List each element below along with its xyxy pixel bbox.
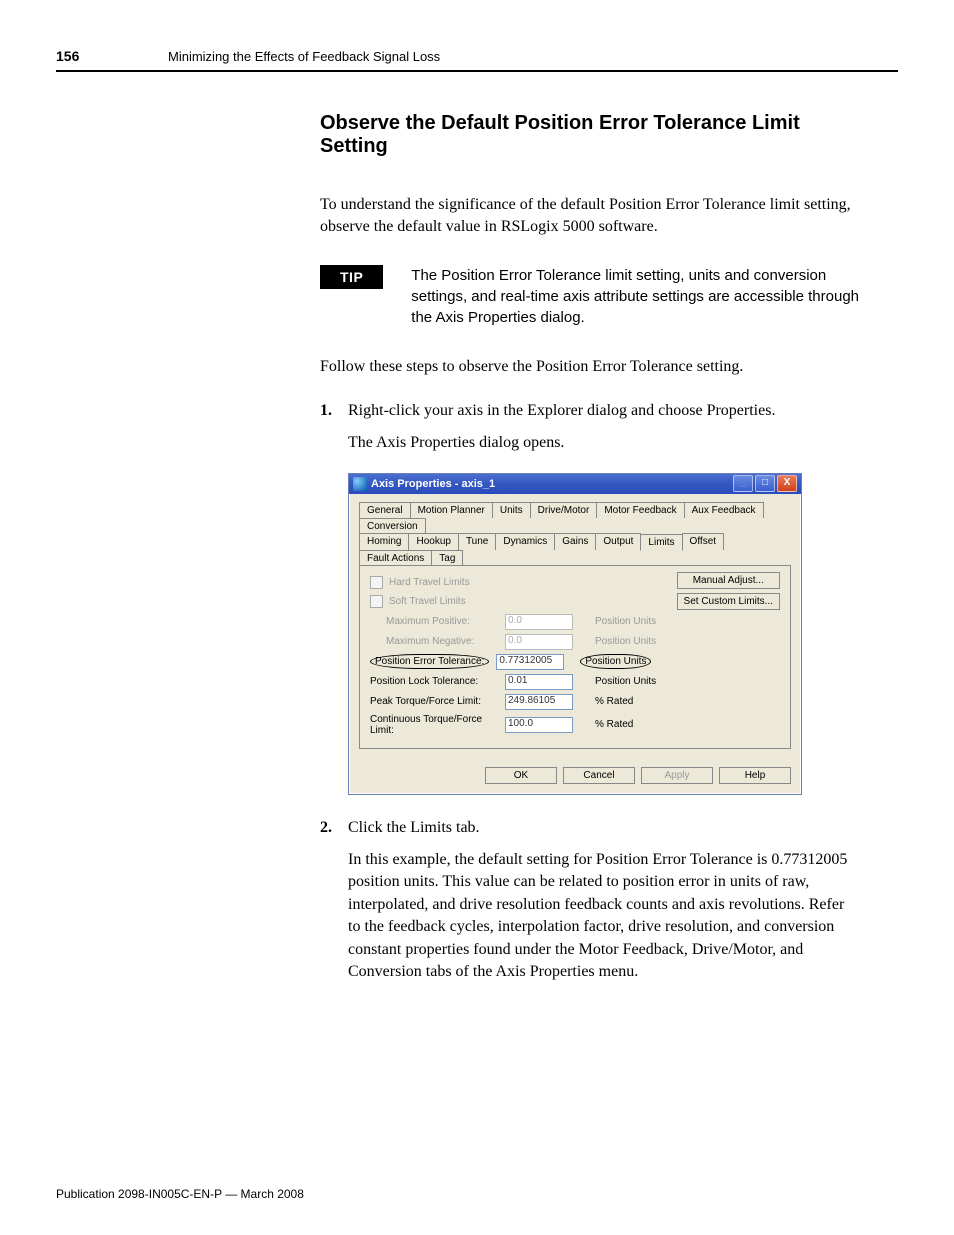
follow-steps-paragraph: Follow these steps to observe the Positi… — [320, 356, 860, 378]
step-sub-1: The Axis Properties dialog opens. — [348, 432, 860, 454]
tab-fault-actions[interactable]: Fault Actions — [359, 550, 432, 566]
ok-button[interactable]: OK — [485, 767, 557, 784]
tab-drive-motor[interactable]: Drive/Motor — [530, 502, 598, 518]
apply-button[interactable]: Apply — [641, 767, 713, 784]
max-negative-label: Maximum Negative: — [370, 636, 505, 647]
continuous-torque-force-limit-unit: % Rated — [595, 719, 633, 730]
tab-hookup[interactable]: Hookup — [408, 533, 458, 550]
tab-dynamics[interactable]: Dynamics — [495, 533, 555, 550]
axis-properties-dialog: Axis Properties - axis_1 _ □ X General M… — [348, 473, 802, 795]
cancel-button[interactable]: Cancel — [563, 767, 635, 784]
tab-gains[interactable]: Gains — [554, 533, 596, 550]
step-number-1: 1. — [320, 402, 348, 420]
tab-units[interactable]: Units — [492, 502, 531, 518]
tip-block: TIP The Position Error Tolerance limit s… — [320, 265, 860, 328]
section-heading: Observe the Default Position Error Toler… — [320, 112, 860, 158]
tab-aux-feedback[interactable]: Aux Feedback — [684, 502, 764, 518]
tab-output[interactable]: Output — [595, 533, 641, 550]
hard-travel-limits-label: Hard Travel Limits — [389, 577, 470, 588]
tab-conversion[interactable]: Conversion — [359, 518, 426, 534]
position-lock-tolerance-input[interactable]: 0.01 — [505, 674, 573, 690]
app-icon — [353, 477, 367, 491]
tab-limits[interactable]: Limits — [640, 534, 682, 551]
soft-travel-limits-label: Soft Travel Limits — [389, 596, 466, 607]
max-positive-input[interactable]: 0.0 — [505, 614, 573, 630]
position-error-tolerance-label: Position Error Tolerance: — [375, 656, 484, 667]
page-header: 156 Minimizing the Effects of Feedback S… — [56, 48, 898, 72]
close-button[interactable]: X — [777, 475, 797, 492]
tab-offset[interactable]: Offset — [682, 533, 725, 550]
running-header-title: Minimizing the Effects of Feedback Signa… — [168, 49, 440, 64]
position-error-tolerance-input[interactable]: 0.77312005 — [496, 654, 564, 670]
tab-motor-feedback[interactable]: Motor Feedback — [596, 502, 684, 518]
set-custom-limits-button[interactable]: Set Custom Limits... — [677, 593, 780, 610]
dialog-titlebar[interactable]: Axis Properties - axis_1 _ □ X — [349, 474, 801, 494]
max-positive-unit: Position Units — [595, 616, 656, 627]
position-error-tolerance-highlight: Position Error Tolerance: — [370, 654, 489, 669]
peak-torque-force-limit-input[interactable]: 249.86105 — [505, 694, 573, 710]
max-positive-label: Maximum Positive: — [370, 616, 505, 627]
continuous-torque-force-limit-label: Continuous Torque/Force Limit: — [370, 714, 505, 736]
step-text-1: Right-click your axis in the Explorer di… — [348, 400, 775, 422]
step-sub-2: In this example, the default setting for… — [348, 849, 860, 983]
page-number: 156 — [56, 48, 168, 64]
step-text-2: Click the Limits tab. — [348, 817, 480, 839]
tip-badge: TIP — [320, 265, 383, 289]
position-error-tolerance-unit: Position Units — [585, 656, 646, 667]
intro-paragraph: To understand the significance of the de… — [320, 194, 860, 237]
tip-text: The Position Error Tolerance limit setti… — [411, 265, 860, 328]
peak-torque-force-limit-label: Peak Torque/Force Limit: — [370, 696, 505, 707]
tab-tag[interactable]: Tag — [431, 550, 463, 566]
peak-torque-force-limit-unit: % Rated — [595, 696, 633, 707]
minimize-button[interactable]: _ — [733, 475, 753, 492]
max-negative-input[interactable]: 0.0 — [505, 634, 573, 650]
publication-footer: Publication 2098-IN005C-EN-P — March 200… — [56, 1187, 304, 1201]
tab-motion-planner[interactable]: Motion Planner — [410, 502, 493, 518]
continuous-torque-force-limit-input[interactable]: 100.0 — [505, 717, 573, 733]
maximize-button[interactable]: □ — [755, 475, 775, 492]
dialog-title: Axis Properties - axis_1 — [371, 478, 495, 490]
position-units-highlight: Position Units — [580, 654, 651, 669]
tab-general[interactable]: General — [359, 502, 411, 518]
hard-travel-limits-checkbox[interactable] — [370, 576, 383, 589]
position-lock-tolerance-label: Position Lock Tolerance: — [370, 676, 505, 687]
position-lock-tolerance-unit: Position Units — [595, 676, 656, 687]
help-button[interactable]: Help — [719, 767, 791, 784]
manual-adjust-button[interactable]: Manual Adjust... — [677, 572, 780, 589]
soft-travel-limits-checkbox[interactable] — [370, 595, 383, 608]
tab-homing[interactable]: Homing — [359, 533, 409, 550]
max-negative-unit: Position Units — [595, 636, 656, 647]
tab-tune[interactable]: Tune — [458, 533, 496, 550]
step-number-2: 2. — [320, 819, 348, 837]
